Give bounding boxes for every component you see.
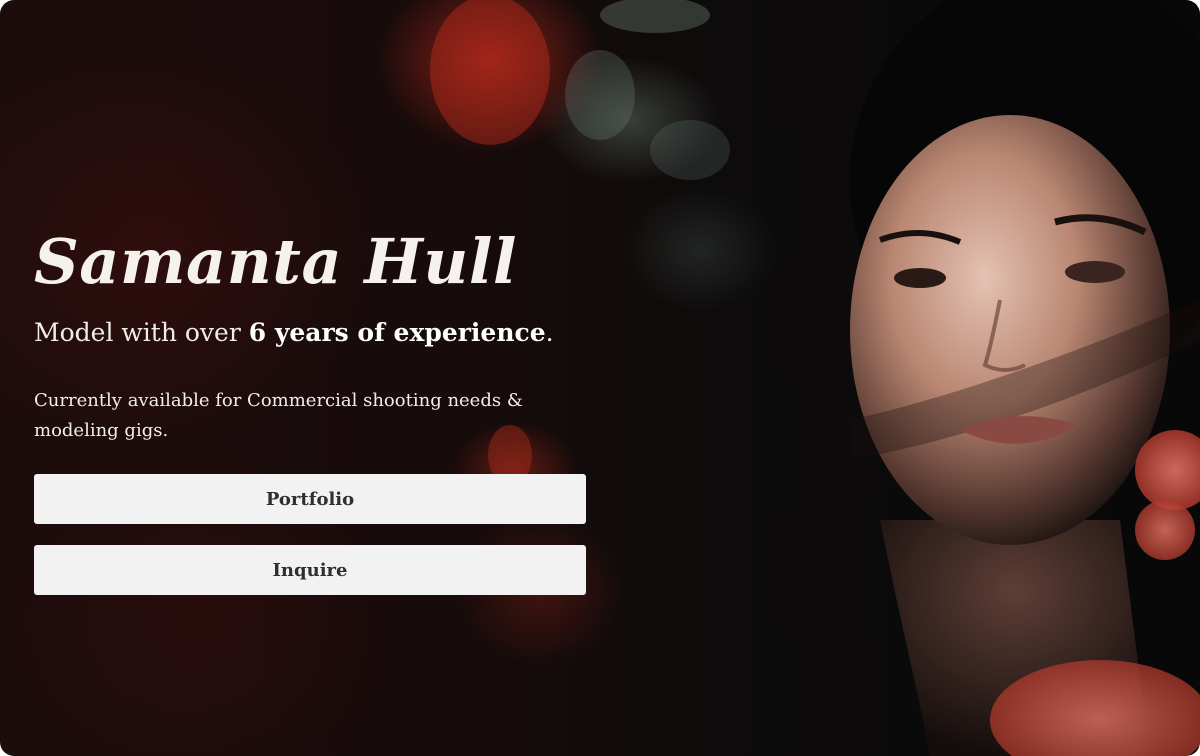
- tagline-suffix: .: [545, 318, 554, 347]
- tagline-prefix: Model with over: [34, 318, 249, 347]
- model-name-heading: Samanta Hull: [34, 225, 517, 298]
- tagline: Model with over 6 years of experience.: [34, 316, 594, 350]
- hero-content: Samanta Hull Model with over 6 years of …: [34, 220, 594, 446]
- portfolio-button[interactable]: Portfolio: [34, 474, 586, 524]
- hero-section: Samanta Hull Model with over 6 years of …: [0, 0, 1200, 756]
- inquire-button[interactable]: Inquire: [34, 545, 586, 595]
- tagline-highlight: 6 years of experience: [248, 318, 546, 347]
- availability-text: Currently available for Commercial shoot…: [34, 390, 523, 441]
